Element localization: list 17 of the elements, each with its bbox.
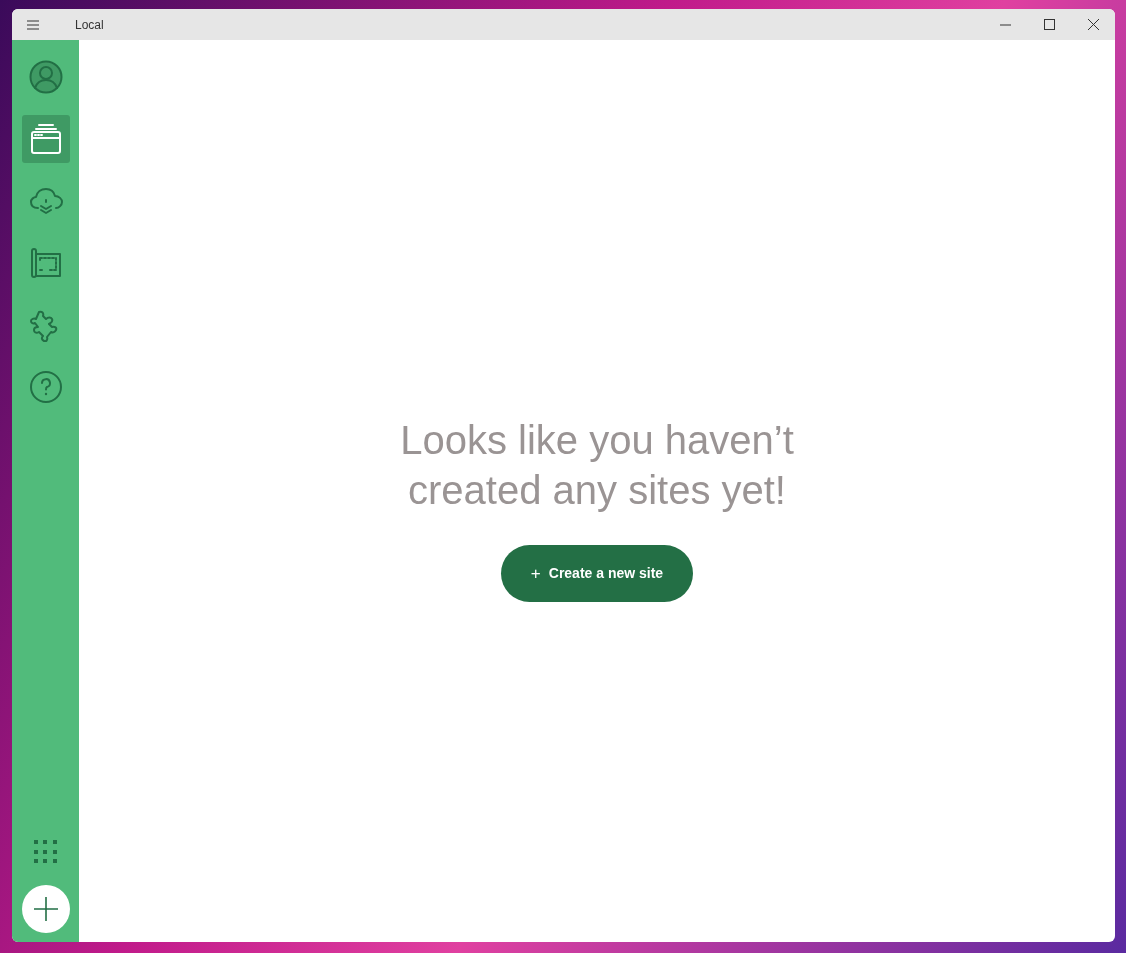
sidebar-item[interactable]: [21, 115, 70, 163]
window-title: Local: [75, 16, 104, 34]
hamburger-icon: [27, 19, 39, 30]
add-site-button[interactable]: [21, 885, 70, 933]
cloud-download-icon: [28, 186, 63, 216]
create-site-button[interactable]: + Create a new site: [500, 545, 694, 602]
browser-stack-icon: [29, 123, 62, 155]
plus-icon: +: [530, 560, 541, 587]
maximize-icon: [1043, 19, 1055, 30]
plus-icon: [33, 897, 58, 921]
empty-state-heading: Looks like you haven’t created any sites yet!: [399, 417, 795, 514]
button-label: Create a new site: [548, 564, 664, 583]
blueprint-icon: [28, 246, 63, 280]
close-icon: [1087, 19, 1099, 30]
grid-icon[interactable]: [32, 839, 59, 865]
user-icon: [28, 60, 63, 94]
help-icon: [28, 370, 63, 404]
